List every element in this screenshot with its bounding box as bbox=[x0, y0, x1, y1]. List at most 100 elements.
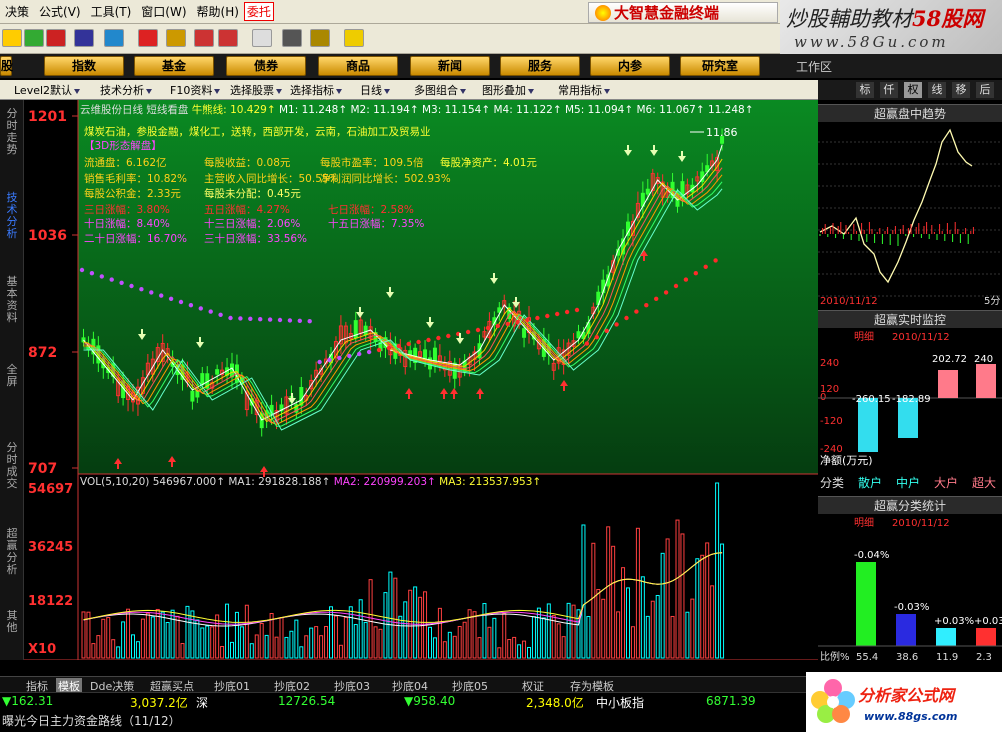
toolbar-item[interactable]: 选择指标 bbox=[290, 82, 342, 98]
volume-bar bbox=[680, 533, 685, 659]
volume-bar bbox=[96, 635, 101, 659]
volume-bar bbox=[393, 577, 398, 659]
volume-bar bbox=[215, 614, 220, 659]
volume-bar bbox=[294, 619, 299, 659]
app-window: 决策 公式(V) 工具(T) 窗口(W) 帮助(H) 委托 大智慧金融终端 炒股輔助教材5… bbox=[0, 0, 1002, 732]
stats-bottom-label: 2.3 bbox=[976, 652, 992, 663]
books-icon[interactable] bbox=[310, 29, 330, 47]
nav-0[interactable]: 股 bbox=[0, 56, 13, 76]
max-price-label: 11.86 bbox=[706, 126, 738, 139]
nav-3[interactable]: 债券 bbox=[226, 56, 306, 76]
menu-item[interactable]: 窗口(W) bbox=[136, 3, 191, 20]
nav-8[interactable]: 研究室 bbox=[680, 56, 760, 76]
menu-item[interactable]: 公式(V) bbox=[34, 3, 86, 20]
window-icon[interactable] bbox=[282, 29, 302, 47]
bull-bear-dot bbox=[495, 323, 500, 329]
nav-2[interactable]: 基金 bbox=[134, 56, 214, 76]
volume-bar bbox=[289, 630, 294, 659]
volume-bar bbox=[660, 552, 665, 659]
toolbar-item[interactable]: 多图组合 bbox=[414, 82, 466, 98]
copy-icon[interactable] bbox=[252, 29, 272, 47]
left-tab[interactable]: 分时成交 bbox=[5, 442, 19, 490]
workspace-label[interactable]: 工作区 bbox=[796, 58, 832, 75]
left-tab[interactable]: 技术分析 bbox=[5, 192, 19, 240]
toolbar-item[interactable]: F10资料 bbox=[170, 82, 221, 98]
trend-date: 2010/11/12 bbox=[820, 296, 878, 307]
f10-field: 【3D形态解盘】 bbox=[84, 140, 162, 152]
stats-bar bbox=[976, 628, 996, 646]
volume-bar bbox=[512, 636, 517, 659]
volume-bar bbox=[274, 636, 279, 659]
toolbar-item[interactable]: 技术分析 bbox=[100, 82, 152, 98]
binoculars-icon[interactable] bbox=[74, 29, 94, 47]
left-tab[interactable]: 基本资料 bbox=[5, 276, 19, 324]
nav-5[interactable]: 新闻 bbox=[410, 56, 490, 76]
volume-bar bbox=[403, 601, 408, 659]
volume-bar bbox=[571, 604, 576, 659]
volume-bar bbox=[452, 635, 457, 659]
bull-bear-dot bbox=[129, 283, 134, 289]
volume-bar bbox=[561, 636, 566, 659]
volume-bar bbox=[81, 611, 86, 659]
pill-red-icon[interactable] bbox=[194, 29, 214, 47]
view-toggle-button[interactable]: 移 bbox=[952, 82, 970, 98]
back-icon[interactable] bbox=[2, 29, 22, 47]
bull-bear-dot bbox=[376, 347, 382, 353]
toolbar-item[interactable]: 图形叠加 bbox=[482, 82, 534, 98]
dropdown-arrow-icon bbox=[336, 88, 342, 94]
help-icon[interactable] bbox=[344, 29, 364, 47]
left-tab[interactable]: 分时走势 bbox=[5, 108, 19, 156]
bull-bear-dot bbox=[357, 351, 362, 357]
people-icon[interactable] bbox=[104, 29, 124, 47]
volume-bar bbox=[413, 586, 418, 659]
toolbar-item[interactable]: 常用指标 bbox=[558, 82, 610, 98]
volume-bar bbox=[536, 607, 541, 659]
volume-header: VOL(5,10,20) 546967.000↑ MA1: 291828.188… bbox=[80, 476, 541, 488]
brand-banner: 大智慧金融终端 bbox=[588, 2, 778, 23]
menu-item[interactable]: 帮助(H) bbox=[192, 3, 244, 20]
pill-red2-icon[interactable] bbox=[218, 29, 238, 47]
bull-bear-dot bbox=[188, 303, 194, 308]
stop-icon[interactable] bbox=[46, 29, 66, 47]
nav-6[interactable]: 服务 bbox=[500, 56, 580, 76]
toolbar-item[interactable]: Level2默认 bbox=[14, 82, 81, 98]
volume-bar bbox=[457, 625, 462, 659]
view-toggle-button[interactable]: 线 bbox=[928, 82, 946, 98]
nav-1[interactable]: 指数 bbox=[44, 56, 124, 76]
toolbar-item[interactable]: 日线 bbox=[360, 82, 390, 98]
f10-field: 七日涨幅：2.58% bbox=[328, 204, 414, 216]
f10-field: 十五日涨幅：7.35% bbox=[328, 218, 425, 230]
toolbar-item[interactable]: 选择股票 bbox=[230, 82, 282, 98]
left-tab[interactable]: 超赢分析 bbox=[5, 528, 19, 576]
view-toggle-button[interactable]: 标 bbox=[856, 82, 874, 98]
volume-bar bbox=[299, 646, 304, 659]
volume-bar bbox=[145, 612, 150, 659]
view-toggle-button[interactable]: 后 bbox=[976, 82, 994, 98]
f10-field: 每股收益：0.08元 bbox=[204, 157, 291, 169]
volume-bar bbox=[175, 615, 180, 659]
left-tab[interactable]: 其他 bbox=[5, 610, 19, 634]
flag-icon[interactable] bbox=[24, 29, 44, 47]
menu-item[interactable]: 工具(T) bbox=[86, 3, 137, 20]
bull-bear-dot bbox=[79, 267, 85, 273]
menu-item[interactable]: 委托 bbox=[243, 2, 274, 21]
y-axis-area bbox=[24, 100, 78, 660]
volume-bar bbox=[150, 616, 155, 659]
nav-7[interactable]: 内参 bbox=[590, 56, 670, 76]
volume-bar bbox=[690, 598, 695, 659]
view-toggle-button[interactable]: 权 bbox=[904, 82, 922, 98]
stats-bottom-label: 38.6 bbox=[896, 652, 918, 663]
left-tab[interactable]: 全屏 bbox=[5, 364, 19, 388]
nav-4[interactable]: 商品 bbox=[318, 56, 398, 76]
bull-bear-dot bbox=[347, 353, 352, 359]
f10-field: 每股未分配：0.45元 bbox=[204, 188, 301, 200]
view-toggle-button[interactable]: 仟 bbox=[880, 82, 898, 98]
diamond-icon[interactable] bbox=[166, 29, 186, 47]
stock-name: 云维股份 bbox=[80, 104, 122, 116]
flower-logo-icon bbox=[811, 679, 855, 723]
volume-bar bbox=[363, 621, 368, 659]
menu-item[interactable]: 决策 bbox=[0, 3, 34, 20]
dropdown-arrow-icon bbox=[214, 88, 221, 94]
ma-value: M6: 11.067↑ bbox=[636, 104, 708, 116]
alert-icon[interactable] bbox=[138, 29, 158, 47]
